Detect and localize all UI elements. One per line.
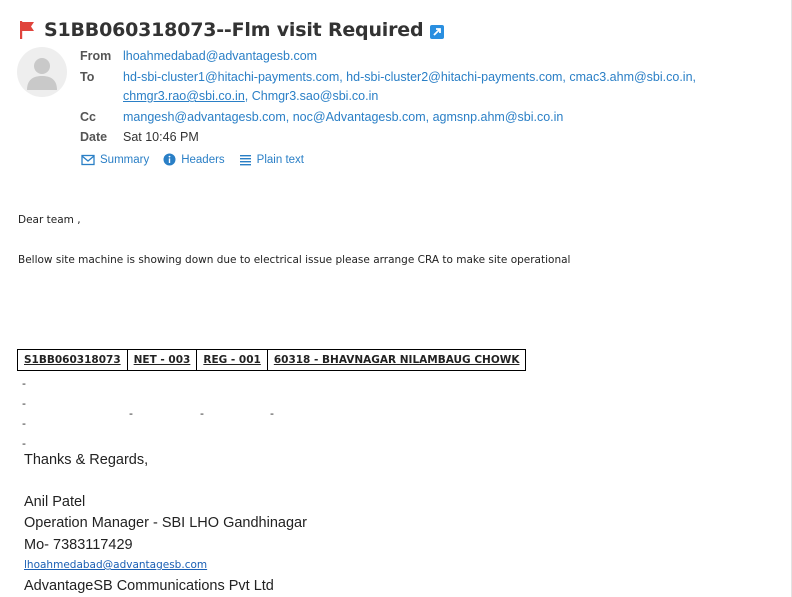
dash-2: - [22, 397, 26, 410]
to-recipient-chmgr3-sao[interactable]: , Chmgr3.sao@sbi.co.in [245, 89, 379, 103]
lines-icon [239, 154, 251, 165]
greeting-text: Dear team , [18, 214, 81, 226]
to-recipient-chmgr3-rao[interactable]: chmgr3.rao@sbi.co.in [123, 89, 245, 103]
person-icon [27, 58, 57, 90]
dash-3: - [129, 407, 133, 420]
to-recipients-line1[interactable]: hd-sbi-cluster1@hitachi-payments.com, hd… [123, 70, 696, 84]
site-id-cell: S1BB060318073 [17, 349, 128, 371]
signature-phone: Mo- 7383117429 [24, 537, 133, 553]
date-label: Date [80, 130, 108, 144]
email-subject: S1BB060318073--Flm visit Required [44, 19, 424, 41]
location-cell: 60318 - BHAVNAGAR NILAMBAUG CHOWK [266, 349, 527, 371]
dash-5: - [270, 407, 274, 420]
summary-link[interactable]: Summary [81, 153, 149, 166]
info-icon [163, 153, 176, 166]
site-id: S1BB060318073 [24, 353, 121, 366]
subject-row: S1BB060318073--Flm visit Required [18, 17, 445, 43]
table-row: S1BB060318073 NET - 003 REG - 001 60318 … [17, 349, 527, 371]
from-label: From [80, 49, 112, 63]
plain-text-link[interactable]: Plain text [239, 153, 304, 166]
to-label: To [80, 70, 95, 84]
signature-closing: Thanks & Regards, [24, 452, 149, 468]
signature-title: Operation Manager - SBI LHO Gandhinagar [24, 515, 307, 531]
net-cell: NET - 003 [126, 349, 198, 371]
to-recipients-line2: chmgr3.rao@sbi.co.in, Chmgr3.sao@sbi.co.… [123, 89, 378, 103]
date-value: Sat 10:46 PM [123, 130, 199, 144]
headers-link-label: Headers [181, 153, 225, 166]
from-address[interactable]: lhoahmedabad@advantagesb.com [123, 49, 317, 63]
sender-avatar [17, 47, 67, 97]
signature-name: Anil Patel [24, 494, 86, 510]
net-code: NET - 003 [133, 353, 191, 366]
summary-link-label: Summary [100, 153, 150, 166]
view-links: Summary Headers Plain text [81, 153, 318, 166]
message-text: Bellow site machine is showing down due … [18, 254, 571, 266]
dash-1: - [22, 377, 26, 390]
dash-4: - [200, 407, 204, 420]
dash-6: - [22, 417, 26, 430]
dash-7: - [22, 437, 26, 450]
flag-icon[interactable] [18, 20, 38, 40]
headers-link[interactable]: Headers [163, 153, 225, 166]
cc-recipients[interactable]: mangesh@advantagesb.com, noc@Advantagesb… [123, 110, 563, 124]
cc-label: Cc [80, 110, 96, 124]
signature-company: AdvantageSB Communications Pvt Ltd [24, 578, 274, 594]
reg-cell: REG - 001 [196, 349, 268, 371]
site-table: S1BB060318073 NET - 003 REG - 001 60318 … [17, 349, 527, 371]
email-viewer [0, 0, 792, 597]
site-location: 60318 - BHAVNAGAR NILAMBAUG CHOWK [273, 353, 520, 366]
open-external-icon[interactable] [430, 24, 445, 39]
reg-code: REG - 001 [203, 353, 261, 366]
envelope-icon [81, 154, 95, 165]
plain-text-link-label: Plain text [256, 153, 304, 166]
signature-email-link[interactable]: lhoahmedabad@advantagesb.com [24, 559, 207, 571]
